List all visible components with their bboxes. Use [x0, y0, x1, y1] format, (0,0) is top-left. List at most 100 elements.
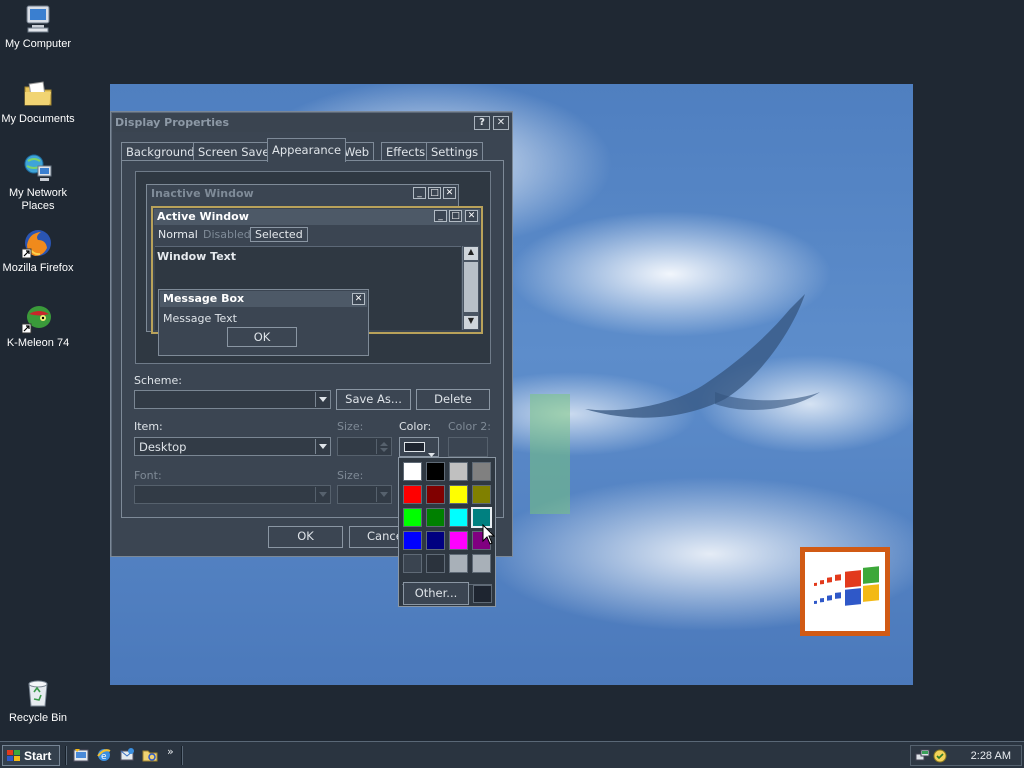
windows-flag-icon — [7, 749, 20, 761]
color2-button — [448, 437, 488, 457]
color-swatch — [404, 442, 425, 452]
taskbar: Start e » 2:28 AM — [0, 741, 1024, 768]
dialog-titlebar[interactable]: Display Properties ? ✕ — [113, 114, 510, 132]
folder-documents-icon — [22, 78, 54, 110]
color-swatch-20[interactable] — [472, 554, 491, 573]
color-swatch-1[interactable] — [403, 462, 422, 481]
maximize-icon: □ — [428, 187, 441, 199]
preview-scrollbar: ▲ ▼ — [462, 246, 479, 330]
font-size-dropdown — [337, 485, 392, 504]
font-label: Font: — [134, 469, 162, 482]
color-swatch-8[interactable] — [472, 485, 491, 504]
preview-window-text: Window Text — [157, 250, 237, 263]
show-desktop-icon[interactable] — [73, 747, 89, 763]
scheme-dropdown[interactable] — [134, 390, 331, 409]
taskbar-separator — [181, 746, 183, 765]
start-label: Start — [24, 748, 52, 763]
color-label: Color: — [399, 420, 432, 433]
appearance-preview[interactable]: Inactive Window _ □ ✕ Active Window _ □ … — [135, 171, 491, 364]
item-size-spinner — [337, 437, 392, 456]
color-button[interactable] — [399, 437, 439, 457]
scroll-thumb — [464, 262, 478, 312]
preview-inactive-title: Inactive Window — [151, 187, 254, 200]
tab-effects[interactable]: Effects — [381, 142, 431, 161]
color-swatch-6[interactable] — [426, 485, 445, 504]
tab-background[interactable]: Background — [121, 142, 200, 161]
preview-ok-button: OK — [227, 327, 297, 347]
preview-menu-normal: Normal — [158, 228, 198, 241]
firefox-icon — [21, 227, 54, 259]
close-icon: ✕ — [465, 210, 478, 222]
item-size-label: Size: — [337, 420, 364, 433]
tab-appearance[interactable]: Appearance — [267, 138, 347, 162]
color-swatch-4[interactable] — [472, 462, 491, 481]
system-tray: 2:28 AM — [910, 745, 1022, 766]
color-swatch-13[interactable] — [403, 531, 422, 550]
help-button[interactable]: ? — [474, 116, 490, 130]
preview-menu-disabled: Disabled — [203, 228, 251, 241]
desktop-icon-firefox[interactable]: Mozilla Firefox — [0, 227, 76, 275]
network-places-icon — [22, 152, 54, 184]
preview-menu-selected: Selected — [250, 227, 308, 242]
font-dropdown — [134, 485, 331, 504]
desktop-icon-label: Mozilla Firefox — [2, 262, 74, 274]
preview-message-box: Message Box ✕ Message Text OK — [158, 289, 369, 356]
color-swatch-9[interactable] — [403, 508, 422, 527]
save-as-button[interactable]: Save As... — [336, 389, 411, 410]
recycle-bin-icon — [22, 677, 54, 709]
desktop-icon-my-documents[interactable]: My Documents — [0, 78, 76, 126]
clock[interactable]: 2:28 AM — [971, 750, 1011, 762]
preview-active-title: Active Window — [154, 209, 480, 225]
green-strip — [530, 394, 570, 514]
color-swatch-14[interactable] — [426, 531, 445, 550]
network-tray-icon[interactable] — [915, 748, 931, 764]
chevron-down-icon — [315, 392, 329, 407]
start-button[interactable]: Start — [2, 745, 60, 766]
tab-settings[interactable]: Settings — [426, 142, 484, 161]
scroll-down-icon: ▼ — [464, 316, 478, 329]
minimize-icon: _ — [434, 210, 447, 222]
mouse-cursor-icon — [482, 524, 496, 545]
desktop-icon-k-meleon[interactable]: K-Meleon 74 — [0, 302, 76, 350]
color2-label: Color 2: — [448, 420, 491, 433]
color-swatch-10[interactable] — [426, 508, 445, 527]
color-swatch-18[interactable] — [426, 554, 445, 573]
desktop-icon-recycle-bin[interactable]: Recycle Bin — [0, 677, 76, 725]
item-dropdown[interactable]: Desktop — [134, 437, 331, 456]
color-swatch-11[interactable] — [449, 508, 468, 527]
color-swatch-15[interactable] — [449, 531, 468, 550]
explorer-icon[interactable] — [142, 747, 158, 763]
ie-icon[interactable]: e — [96, 747, 112, 763]
diver-silhouette — [585, 294, 820, 418]
scroll-up-icon: ▲ — [464, 247, 478, 260]
windows-logo — [800, 547, 890, 636]
quick-launch-chevron[interactable]: » — [167, 745, 174, 758]
minimize-icon: _ — [413, 187, 426, 199]
color-swatch-3[interactable] — [449, 462, 468, 481]
maximize-icon: □ — [449, 210, 462, 222]
security-tray-icon[interactable] — [932, 748, 948, 764]
close-icon: ✕ — [352, 293, 365, 305]
chevron-down-icon — [376, 487, 390, 502]
taskbar-separator — [65, 746, 67, 765]
scheme-label: Scheme: — [134, 374, 182, 387]
color-swatch-2[interactable] — [426, 462, 445, 481]
desktop-icon-label: Recycle Bin — [8, 712, 68, 724]
color-swatch-5[interactable] — [403, 485, 422, 504]
k-meleon-icon — [21, 302, 54, 334]
color-swatch-17[interactable] — [403, 554, 422, 573]
item-value: Desktop — [139, 440, 187, 454]
font-size-label: Size: — [337, 469, 364, 482]
delete-button[interactable]: Delete — [416, 389, 490, 410]
close-button[interactable]: ✕ — [493, 116, 509, 130]
outlook-icon[interactable] — [119, 747, 135, 763]
spinner-icon — [376, 439, 390, 454]
current-color-swatch — [473, 585, 492, 603]
ok-button[interactable]: OK — [268, 526, 343, 548]
color-swatch-7[interactable] — [449, 485, 468, 504]
other-colors-button[interactable]: Other... — [403, 582, 469, 605]
desktop-icon-my-computer[interactable]: My Computer — [0, 3, 76, 51]
color-swatch-19[interactable] — [449, 554, 468, 573]
desktop-icon-label: My Computer — [4, 38, 72, 50]
desktop-icon-network-places[interactable]: My Network Places — [0, 152, 76, 213]
